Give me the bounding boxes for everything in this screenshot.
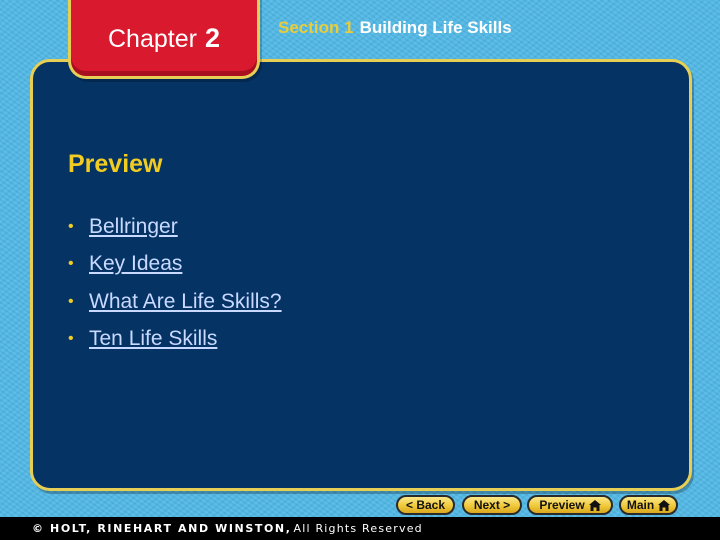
next-label: Next > [473, 498, 511, 512]
section-title: Building Life Skills [359, 18, 512, 37]
rights-text: All Rights Reserved [293, 522, 423, 535]
chapter-tab: Chapter 2 [68, 0, 260, 79]
chapter-label: Chapter 2 [108, 22, 220, 53]
next-button[interactable]: Next > [462, 495, 522, 515]
link-bellringer[interactable]: Bellringer [89, 215, 178, 239]
copyright-text: © HOLT, RINEHART AND WINSTON, [32, 522, 292, 535]
home-icon [658, 499, 671, 511]
preview-button[interactable]: Preview [527, 495, 613, 515]
link-key-ideas[interactable]: Key Ideas [89, 252, 182, 276]
section-label: Section 1 [278, 18, 354, 37]
list-item: • Ten Life Skills [68, 321, 282, 359]
preview-label: Preview [539, 498, 585, 512]
page-title: Preview [68, 150, 163, 178]
main-label: Main [626, 498, 655, 512]
preview-link-list: • Bellringer • Key Ideas • What Are Life Sk… [68, 208, 282, 358]
chapter-number: 2 [204, 22, 220, 53]
section-header: Section 1 Building Life Skills [278, 18, 512, 38]
bullet-icon: • [68, 217, 74, 235]
home-icon [588, 499, 601, 511]
bullet-icon: • [68, 330, 74, 348]
list-item: • Key Ideas [68, 246, 282, 284]
link-what-are-life-skills[interactable]: What Are Life Skills? [89, 290, 282, 314]
back-label: < Back [405, 498, 446, 512]
list-item: • What Are Life Skills? [68, 283, 282, 321]
main-button[interactable]: Main [619, 495, 678, 515]
bullet-icon: • [68, 255, 74, 273]
bullet-icon: • [68, 292, 74, 310]
list-item: • Bellringer [68, 208, 282, 246]
back-button[interactable]: < Back [396, 495, 455, 515]
link-ten-life-skills[interactable]: Ten Life Skills [89, 327, 217, 351]
footer: © HOLT, RINEHART AND WINSTON, All Rights… [0, 517, 720, 540]
